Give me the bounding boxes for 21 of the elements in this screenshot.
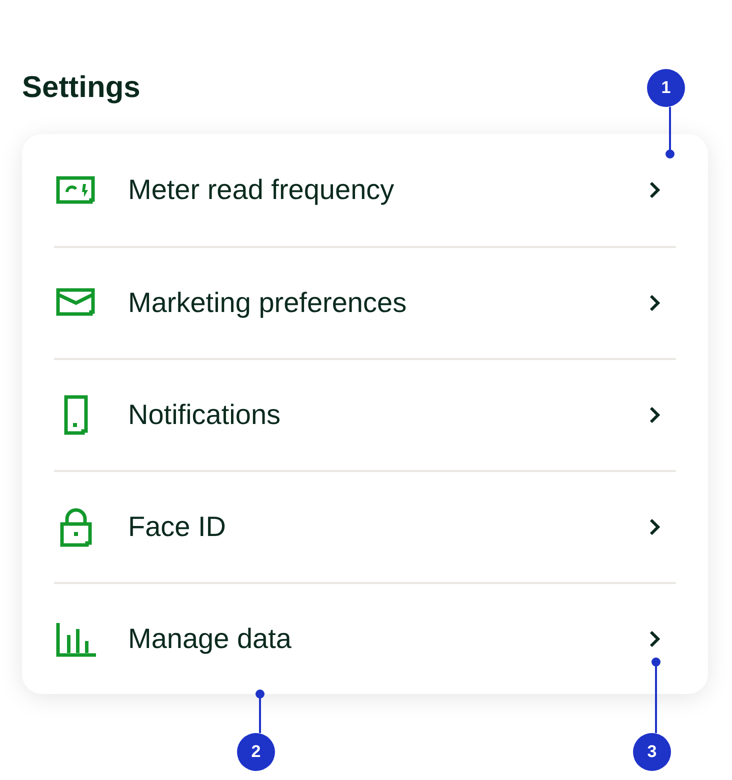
annotation-badge: 2 <box>237 733 275 771</box>
settings-row[interactable]: Marketing preferences <box>54 282 676 324</box>
page-title: Settings <box>22 70 140 106</box>
chevron-icon <box>648 629 662 649</box>
annotation-badge: 3 <box>633 733 671 771</box>
row-label: Face ID <box>128 510 228 544</box>
settings-row[interactable]: Manage data <box>54 618 676 660</box>
chevron-icon <box>648 180 662 200</box>
row-label: Manage data <box>128 622 292 656</box>
leader-line <box>255 689 265 733</box>
chevron-icon <box>648 293 662 313</box>
row-label: Notifications <box>128 398 282 432</box>
settings-row[interactable]: Meter read frequency <box>54 169 676 211</box>
settings-row[interactable]: Face ID <box>54 506 676 548</box>
row-label: Meter read frequency <box>128 173 396 207</box>
chevron-icon <box>648 517 662 537</box>
chevron-icon <box>648 405 662 425</box>
annotation-badge: 1 <box>647 69 685 107</box>
leader-line <box>665 107 675 159</box>
settings-row[interactable]: Notifications <box>54 394 676 436</box>
row-label: Marketing preferences <box>128 286 408 320</box>
